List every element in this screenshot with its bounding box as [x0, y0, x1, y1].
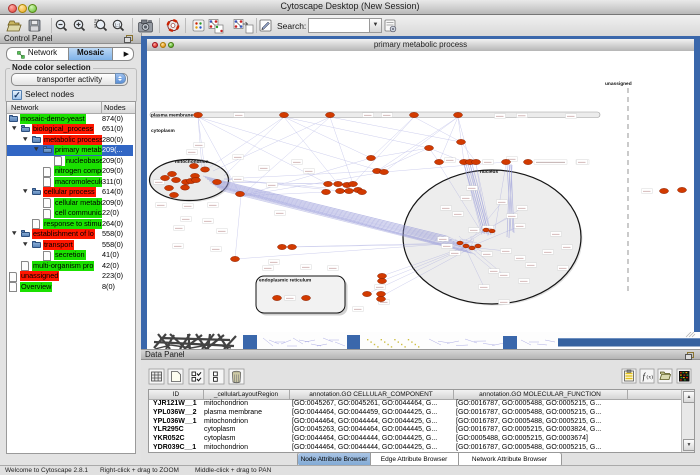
svg-text:plasma membrane: plasma membrane	[151, 113, 193, 119]
svg-text:endoplasmic reticulum: endoplasmic reticulum	[259, 278, 311, 284]
svg-text:cytoplasm: cytoplasm	[151, 128, 175, 134]
svg-text:nucleus: nucleus	[480, 169, 498, 175]
svg-text:unassigned: unassigned	[605, 81, 632, 87]
svg-text:(x): (x)	[647, 374, 654, 381]
svg-text:1:1: 1:1	[115, 23, 122, 28]
